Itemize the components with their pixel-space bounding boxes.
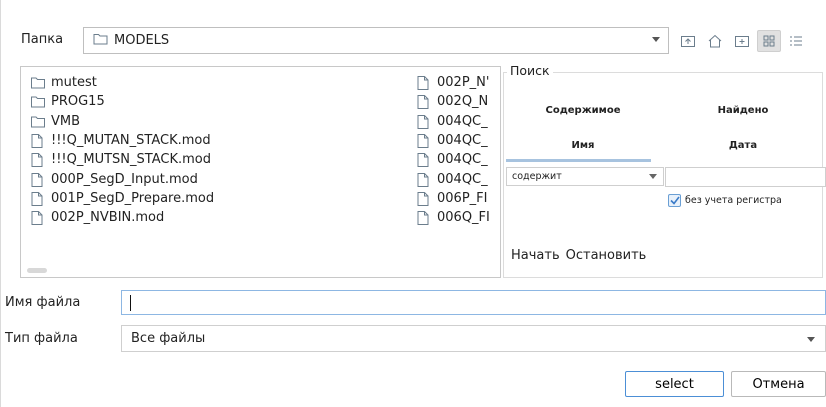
start-search-button[interactable]: Начать bbox=[511, 248, 560, 263]
search-title: Поиск bbox=[507, 63, 553, 78]
file-item[interactable]: 004QC_ bbox=[417, 131, 500, 150]
new-folder-icon bbox=[735, 36, 749, 47]
stop-search-button[interactable]: Остановить bbox=[566, 248, 647, 263]
file-icon bbox=[417, 114, 431, 129]
column-found[interactable]: Найдено bbox=[663, 105, 823, 116]
folder-up-icon bbox=[681, 36, 695, 47]
filetype-label: Тип файла bbox=[5, 331, 78, 346]
chevron-down-icon[interactable] bbox=[652, 37, 660, 42]
file-name: !!!Q_MUTSN_STACK.mod bbox=[51, 152, 211, 168]
file-name: mutest bbox=[51, 75, 97, 91]
folder-icon bbox=[31, 95, 45, 108]
folder-label: Папка bbox=[21, 32, 64, 47]
file-icon bbox=[417, 95, 431, 110]
checkmark-icon bbox=[669, 196, 680, 205]
file-name: 004QC_ bbox=[437, 152, 488, 168]
file-icon bbox=[417, 172, 431, 187]
file-icon bbox=[417, 191, 431, 206]
folder-item[interactable]: mutest bbox=[31, 73, 214, 92]
file-icon bbox=[31, 134, 45, 149]
file-name: PROG15 bbox=[51, 94, 105, 110]
file-name: 002Q_N bbox=[437, 94, 489, 110]
search-header-row-2: Имя Дата bbox=[503, 140, 823, 151]
filetype-combo[interactable]: Все файлы bbox=[121, 325, 826, 352]
file-icon bbox=[31, 191, 45, 206]
file-item[interactable]: 004QC_ bbox=[417, 169, 500, 188]
file-name: 001P_SegD_Prepare.mod bbox=[51, 190, 215, 206]
chevron-down-icon[interactable] bbox=[649, 174, 657, 179]
folder-path: MODELS bbox=[114, 33, 170, 48]
file-item[interactable]: 006Q_FI bbox=[417, 208, 500, 227]
file-name: 004QC_ bbox=[437, 171, 488, 187]
file-name: !!!Q_MUTAN_STACK.mod bbox=[51, 133, 211, 149]
file-item[interactable]: 001P_SegD_Prepare.mod bbox=[31, 189, 214, 208]
file-name: 000P_SegD_Input.mod bbox=[51, 171, 198, 187]
search-actions: Начать Остановить bbox=[511, 248, 646, 263]
file-name: 006Q_FI bbox=[437, 210, 490, 226]
file-name: 004QC_ bbox=[437, 113, 488, 129]
toolbar bbox=[676, 30, 811, 52]
home-button[interactable] bbox=[703, 30, 727, 52]
file-list[interactable]: mutest PROG15 VMB !!!Q_MUTAN_STACK.mod !!!Q_… bbox=[20, 66, 501, 278]
chevron-down-icon[interactable] bbox=[807, 337, 815, 342]
file-item[interactable]: 002P_N' bbox=[417, 73, 500, 92]
home-icon bbox=[708, 34, 722, 48]
file-item[interactable]: 006P_FI bbox=[417, 189, 500, 208]
file-icon bbox=[31, 172, 45, 187]
list-view-icon bbox=[790, 36, 802, 46]
folder-icon bbox=[31, 115, 45, 128]
file-icon bbox=[417, 134, 431, 149]
filename-input[interactable] bbox=[121, 290, 826, 315]
file-item[interactable]: !!!Q_MUTSN_STACK.mod bbox=[31, 150, 214, 169]
active-tab-indicator bbox=[506, 159, 651, 162]
file-name: VMB bbox=[51, 113, 81, 129]
select-button[interactable]: select bbox=[625, 371, 724, 397]
condition-value: содержит bbox=[512, 171, 562, 182]
text-caret bbox=[130, 295, 131, 311]
column-name[interactable]: Имя bbox=[503, 140, 663, 151]
new-folder-button[interactable] bbox=[730, 30, 754, 52]
case-insensitive-checkbox[interactable] bbox=[668, 194, 681, 207]
grid-view-button[interactable] bbox=[757, 30, 781, 52]
folder-combo[interactable]: MODELS bbox=[83, 27, 669, 54]
search-input[interactable] bbox=[665, 167, 826, 187]
file-name: 006P_FI bbox=[437, 190, 488, 206]
filename-label: Имя файла bbox=[5, 295, 81, 310]
file-icon bbox=[417, 153, 431, 168]
case-insensitive-option[interactable]: без учета регистра bbox=[668, 194, 782, 207]
file-item[interactable]: 004QC_ bbox=[417, 150, 500, 169]
file-name: 004QC_ bbox=[437, 133, 488, 149]
file-item[interactable]: 002P_NVBIN.mod bbox=[31, 208, 214, 227]
cancel-button[interactable]: Отмена bbox=[731, 371, 826, 397]
file-item[interactable]: 002Q_N bbox=[417, 92, 500, 111]
folder-icon bbox=[93, 32, 108, 49]
file-column-1: mutest PROG15 VMB !!!Q_MUTAN_STACK.mod !!!Q_… bbox=[31, 73, 214, 227]
file-item[interactable]: !!!Q_MUTAN_STACK.mod bbox=[31, 131, 214, 150]
column-date[interactable]: Дата bbox=[663, 140, 823, 151]
file-column-2: 002P_N' 002Q_N 004QC_ 004QC_ 004QC_ 004QC_ 006… bbox=[417, 73, 500, 227]
list-view-button[interactable] bbox=[784, 30, 808, 52]
search-panel: Поиск Содержимое Найдено Имя Дата содерж… bbox=[503, 63, 826, 280]
column-content[interactable]: Содержимое bbox=[503, 105, 663, 116]
file-item[interactable]: 000P_SegD_Input.mod bbox=[31, 169, 214, 188]
folder-icon bbox=[31, 76, 45, 89]
condition-combo[interactable]: содержит bbox=[506, 167, 664, 186]
folder-item[interactable]: VMB bbox=[31, 112, 214, 131]
file-icon bbox=[31, 211, 45, 226]
window-edge bbox=[0, 0, 1, 407]
horizontal-scrollbar[interactable] bbox=[27, 268, 47, 273]
file-icon bbox=[417, 76, 431, 91]
folder-item[interactable]: PROG15 bbox=[31, 92, 214, 111]
case-insensitive-label: без учета регистра bbox=[685, 195, 782, 206]
folder-up-button[interactable] bbox=[676, 30, 700, 52]
grid-view-icon bbox=[763, 35, 775, 47]
file-icon bbox=[31, 153, 45, 168]
file-icon bbox=[417, 211, 431, 226]
search-header-row-1: Содержимое Найдено bbox=[503, 105, 823, 116]
file-name: 002P_NVBIN.mod bbox=[51, 210, 165, 226]
file-name: 002P_N' bbox=[437, 75, 490, 91]
file-item[interactable]: 004QC_ bbox=[417, 112, 500, 131]
filetype-value: Все файлы bbox=[131, 331, 206, 346]
